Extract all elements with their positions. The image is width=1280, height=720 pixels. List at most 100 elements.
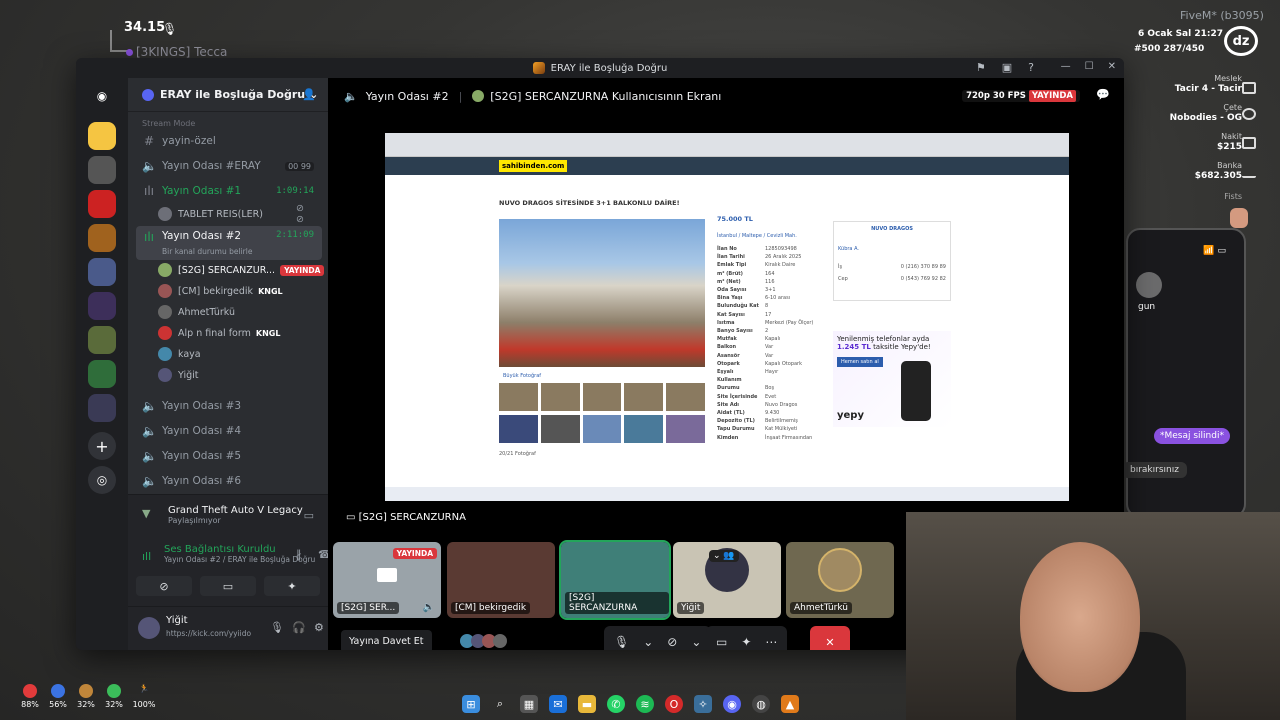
thumbnail-grid [499, 383, 705, 443]
voice-user-bekir[interactable]: [CM] bekirgedik KNGL [158, 281, 283, 301]
channel-eray[interactable]: 🔈 Yayın Odası #ERAY 00 99 [136, 155, 322, 177]
server-icon-2[interactable] [88, 156, 116, 184]
spec-row: Banyo Sayısı 2 [717, 328, 769, 335]
speaker-muted-icon[interactable]: 🔈 [423, 602, 435, 613]
speaker-icon: 🔈 [142, 159, 157, 173]
activities-button[interactable]: ✦ [264, 576, 320, 596]
speaker-icon: 🔈 [142, 424, 157, 438]
channel-oda-2[interactable]: ılı Yayın Odası #2 2:11:09 Bir kanal durum… [136, 226, 322, 260]
discover-icon[interactable]: ◎ [88, 466, 116, 494]
user-panel: Yiğit https://kick.com/yyiido 🎙 🎧 ⚙ [128, 606, 328, 650]
voice-user[interactable]: TABLET REIS(LER) ⊘ ⊘ [158, 203, 304, 225]
chevron-down-icon[interactable]: ⌄ 👥 [709, 550, 739, 562]
message-deleted-bubble: *Mesaj silindi* [1154, 428, 1230, 444]
microphone-icon[interactable]: 🎙 [270, 621, 284, 634]
briefcase-icon [1242, 82, 1256, 94]
gear-icon[interactable]: ⚙ [314, 621, 324, 634]
discord-icon[interactable]: ◉ [723, 695, 741, 713]
app-icon-2[interactable]: ▲ [781, 695, 799, 713]
spec-row: İlan No 1285093498 [717, 246, 797, 252]
store-icon[interactable]: ▦ [520, 695, 538, 713]
whatsapp-icon[interactable]: ✆ [607, 695, 625, 713]
server-icon-7[interactable] [88, 326, 116, 354]
channel-yayin-ozel[interactable]: # yayin-özel [136, 130, 322, 152]
windows-start-icon[interactable]: ⊞ [462, 695, 480, 713]
participant-tile-ahmet[interactable]: AhmetTürkü [786, 542, 894, 618]
avatar[interactable] [138, 617, 160, 639]
screen-share-icon[interactable]: ▭ [716, 635, 727, 649]
inbox-icon[interactable]: ▣ [1002, 61, 1012, 74]
server-header[interactable]: ERAY ile Boşluğa Doğru ⌄ 👤 [128, 78, 328, 112]
participant-tile-bekir[interactable]: [CM] bekirgedik [447, 542, 555, 618]
more-icon[interactable]: ⋯ [765, 635, 777, 649]
channel-status[interactable]: Bir kanal durumu belirle [162, 247, 252, 256]
add-server-icon[interactable]: + [88, 432, 116, 460]
leave-call-button[interactable]: ✕ [810, 626, 850, 650]
noise-suppression-icon[interactable]: ∦ [296, 548, 302, 561]
opera-icon[interactable]: O [665, 695, 683, 713]
help-icon[interactable]: ? [1028, 61, 1034, 74]
screen-share-button[interactable]: ▭ [200, 576, 256, 596]
chevron-down-icon[interactable]: ⌄ [643, 635, 653, 649]
headphones-icon[interactable]: 🎧 [292, 621, 306, 634]
stream-quality: 720p 30 FPS YAYINDA [962, 90, 1080, 102]
spec-row: Asansör Var [717, 352, 774, 359]
voice-user-ahmet[interactable]: AhmetTürkü [158, 302, 235, 322]
channel-oda-5[interactable]: 🔈 Yayın Odası #5 [136, 445, 322, 467]
spec-row: Site Adı Nuvo Dragos [717, 401, 798, 408]
server-icon-5[interactable] [88, 258, 116, 286]
invite-to-stream-button[interactable]: Yayına Davet Et [341, 630, 432, 650]
speaker-icon: 🔈 [344, 89, 358, 103]
yepy-ad[interactable]: Yenilenmiş telefonlar ayda 1.245 TL taks… [833, 331, 951, 427]
server-icon-9[interactable] [88, 394, 116, 422]
voice-user-kaya[interactable]: kaya [158, 344, 201, 364]
armor-stat: 56% [46, 684, 70, 709]
voice-user-yigit[interactable]: Yiğit [158, 365, 199, 385]
chevron-down-icon[interactable]: ⌄ [691, 635, 701, 649]
discord-home-icon[interactable]: ◉ [88, 82, 116, 110]
spec-row: Isıtma Merkezi (Pay Ölçer) [717, 319, 814, 326]
listing-price: 75.000 TL [717, 215, 753, 223]
server-icon-eray[interactable] [88, 224, 116, 252]
folder-icon[interactable]: ▬ [578, 695, 596, 713]
channel-oda-4[interactable]: 🔈 Yayın Odası #4 [136, 420, 322, 442]
participant-tile-sercan-stream[interactable]: YAYINDA [S2G] SER... 🔈 [333, 542, 441, 618]
server-folder-icon[interactable] [88, 360, 116, 388]
activities-icon[interactable]: ✦ [741, 635, 751, 649]
spec-row: Balkon Var [717, 344, 774, 351]
ad-buy-button[interactable]: Hemen satın al [837, 357, 883, 367]
channel-oda-3[interactable]: 🔈 Yayın Odası #3 [136, 395, 322, 417]
spotify-icon[interactable]: ≋ [636, 695, 654, 713]
stage-channel: Yayın Odası #2 [365, 89, 449, 103]
microphone-icon[interactable]: 🎙 [614, 635, 629, 649]
camera-off-button[interactable]: ⊘ [136, 576, 192, 596]
camera-off-icon[interactable]: ⊘ [667, 635, 677, 649]
voice-user-sercan[interactable]: [S2G] SERCANZUR... YAYINDA [158, 260, 325, 280]
channel-oda-1[interactable]: ılı Yayın Odası #1 1:09:14 [136, 180, 322, 202]
channel-oda-6[interactable]: 🔈 Yayın Odası #6 [136, 470, 322, 492]
voice-status[interactable]: Ses Bağlantısı Kuruldu [164, 544, 328, 555]
participant-tile-yigit[interactable]: ⌄ 👥 Yiğit [673, 542, 781, 618]
server-icon-6[interactable] [88, 292, 116, 320]
invite-icon[interactable]: 👤 [302, 88, 316, 101]
signal-icon[interactable]: ıll [142, 550, 151, 563]
search-icon[interactable]: ⌕ [491, 695, 509, 713]
outlook-icon[interactable]: ✉ [549, 695, 567, 713]
spec-row: İlan Tarihi 26 Aralık 2025 [717, 254, 802, 261]
app-icon[interactable]: ✧ [694, 695, 712, 713]
shared-screen[interactable]: sahibinden.com NUVO DRAGOS SİTESİNDE 3+1… [385, 133, 1069, 501]
chat-icon[interactable]: 💬 [1096, 88, 1110, 101]
minimize-button[interactable]: — [1061, 61, 1071, 72]
maximize-button[interactable]: ☐ [1085, 61, 1094, 72]
close-button[interactable]: ✕ [1108, 61, 1116, 72]
running-icon: 🏃 [139, 684, 149, 693]
flag-icon[interactable]: ⚑ [976, 61, 986, 74]
water-stat: 32% [102, 684, 126, 709]
participant-tile-sercan[interactable]: [S2G] SERCANZURNA [559, 540, 671, 620]
server-icon-1[interactable] [88, 122, 116, 150]
obs-icon[interactable]: ◍ [752, 695, 770, 713]
server-icon-3[interactable] [88, 190, 116, 218]
share-screen-icon[interactable]: ▭ [304, 509, 314, 522]
listing-specs: İlan No 1285093498 İlan Tarihi 26 Aralık 20… [717, 245, 827, 442]
voice-user-alp[interactable]: Alp n final form KNGL [158, 323, 280, 343]
